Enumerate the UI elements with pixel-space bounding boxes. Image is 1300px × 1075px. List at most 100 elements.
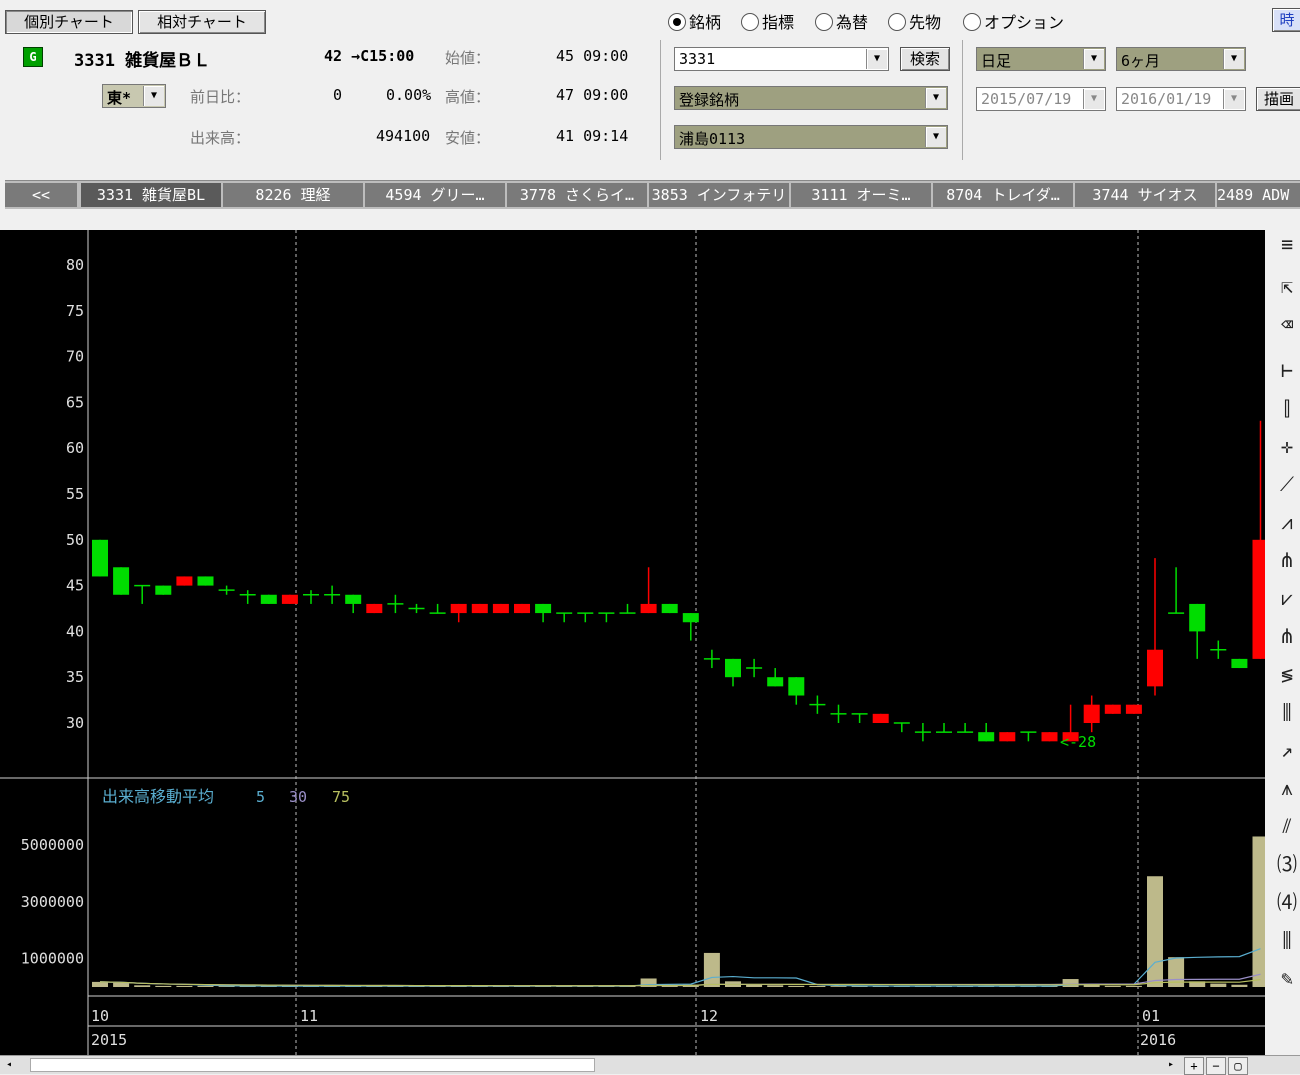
volume-bar — [134, 985, 151, 987]
candle-body — [872, 713, 889, 723]
candle-body — [345, 594, 362, 604]
month-label-oct: 10 — [91, 1007, 109, 1025]
candle-body — [492, 603, 509, 614]
tab-2489[interactable]: 2489 ADW — [1217, 183, 1300, 207]
tab-3331[interactable]: 3331 雑貨屋BL — [81, 183, 223, 207]
cross-line-icon[interactable]: ✛ — [1274, 432, 1300, 460]
radio-stock[interactable]: 銘柄 — [668, 9, 721, 32]
search-button[interactable]: 検索 — [900, 47, 950, 71]
cycle-bars-icon[interactable]: ⫼ — [1274, 926, 1300, 954]
tab-8704[interactable]: 8704 トレイダ… — [933, 183, 1075, 207]
tab-4594[interactable]: 4594 グリー… — [365, 183, 507, 207]
current-price: 42 →C15:00 — [324, 47, 415, 65]
candle-body — [535, 603, 552, 614]
candle-body — [682, 613, 699, 623]
zoom-fit-icon[interactable]: ▢ — [1228, 1057, 1248, 1075]
volume-ma-5-line — [99, 948, 1261, 987]
volume-bar — [113, 982, 130, 987]
volume-bar — [1231, 984, 1248, 987]
code-input[interactable]: 3331 ▼ — [674, 47, 889, 71]
date-from-input[interactable]: 2015/07/19 ▼ — [976, 87, 1106, 111]
volume-bar — [830, 986, 847, 987]
corner-button[interactable]: 時 — [1272, 8, 1300, 32]
candle-body — [155, 585, 172, 595]
candle-body — [281, 594, 298, 604]
open-value: 45 09:00 — [556, 47, 629, 65]
date-to-input[interactable]: 2016/01/19 ▼ — [1116, 87, 1246, 111]
candle-body — [1147, 649, 1163, 687]
market-select[interactable]: 東* ▼ — [102, 84, 166, 108]
tab-3853[interactable]: 3853 インフォテリ — [649, 183, 791, 207]
divider — [962, 40, 963, 160]
radio-dot-icon — [815, 13, 833, 31]
radio-forex[interactable]: 為替 — [815, 9, 868, 32]
volume-tick-label: 3000000 — [21, 893, 84, 911]
gann-icon[interactable]: ⩚ — [1274, 774, 1300, 802]
volume-ma-75-line — [99, 979, 1261, 987]
chevron-down-icon: ▼ — [1083, 49, 1104, 69]
scroll-thumb[interactable] — [30, 1058, 595, 1072]
cursor-icon[interactable]: ⇱ — [1274, 272, 1300, 300]
tab-3778[interactable]: 3778 さくらイ… — [507, 183, 649, 207]
tree-icon[interactable]: ⋔ — [1274, 622, 1300, 650]
draw-button[interactable]: 描画 — [1256, 87, 1300, 111]
price-tick-label: 35 — [66, 668, 84, 686]
divider — [660, 40, 661, 160]
volume-tick-label: 1000000 — [21, 950, 84, 968]
volume-bar — [1210, 983, 1227, 987]
vertical-line-icon[interactable]: ⫿ — [1274, 394, 1300, 422]
settings-pen-icon[interactable]: ✎ — [1274, 964, 1300, 992]
trend-line-icon[interactable]: ⟋ — [1274, 470, 1300, 498]
horizontal-line-icon[interactable]: ⊢ — [1274, 356, 1300, 384]
toolbar-grip-icon: ≡ — [1280, 232, 1294, 256]
price-tick-label: 80 — [66, 256, 84, 274]
ray-icon[interactable]: ↗ — [1274, 736, 1300, 764]
horizontal-scrollbar[interactable]: ◂ ▸ + − ▢ — [0, 1055, 1300, 1075]
drawing-toolbar: ≡ ⇱ ⌫ ⊢ ⫿ ✛ ⟋ ⩘ ⋔ ⩗ ⋔ ≶ ⫼ ↗ ⩚ ⫽ ⑶ ⑷ ⫼ ✎ — [1266, 230, 1300, 1055]
candle-body — [471, 603, 488, 614]
fan-line-icon[interactable]: ⩘ — [1274, 508, 1300, 536]
fib-3-icon[interactable]: ⑶ — [1274, 850, 1300, 878]
change-label: 前日比： — [190, 88, 251, 106]
radio-futures[interactable]: 先物 — [888, 9, 941, 32]
zoom-in-icon[interactable]: + — [1184, 1057, 1204, 1075]
candle-body — [514, 603, 530, 614]
tab-3744[interactable]: 3744 サイオス — [1075, 183, 1217, 207]
candle-body — [661, 603, 678, 614]
price-tick-label: 45 — [66, 577, 84, 595]
candle-body — [788, 677, 805, 696]
volume-bar — [809, 985, 826, 987]
scroll-left-arrow-icon[interactable]: ◂ — [2, 1058, 16, 1072]
individual-chart-button[interactable]: 個別チャート — [5, 10, 133, 34]
speed-lines-icon[interactable]: ≶ — [1274, 660, 1300, 688]
radio-dot-icon — [963, 13, 981, 31]
scroll-right-arrow-icon[interactable]: ▸ — [1164, 1058, 1178, 1072]
tab-8226[interactable]: 8226 理経 — [223, 183, 365, 207]
fib-4-icon[interactable]: ⑷ — [1274, 888, 1300, 916]
relative-chart-button[interactable]: 相対チャート — [138, 10, 266, 34]
bars-icon[interactable]: ⫼ — [1274, 698, 1300, 726]
volume-bar — [767, 985, 784, 987]
change-percent: 0.00% — [386, 86, 432, 104]
zoom-out-icon[interactable]: − — [1206, 1057, 1226, 1075]
candle-body — [767, 677, 784, 687]
tab-3111[interactable]: 3111 オーミ… — [791, 183, 933, 207]
open-label: 始値： — [445, 49, 491, 67]
eraser-icon[interactable]: ⌫ — [1274, 310, 1300, 338]
pitchfork-icon[interactable]: ⋔ — [1274, 546, 1300, 574]
chart-area[interactable]: 80 75 70 65 60 55 50 45 40 35 30 5000000 3000000 100… — [0, 230, 1265, 1055]
volume-bar — [155, 985, 172, 987]
tabs-back-button[interactable]: << — [5, 183, 79, 207]
channel-icon[interactable]: ⫽ — [1274, 812, 1300, 840]
candle-body — [1189, 603, 1206, 632]
price-annotation: <-28 — [1060, 733, 1096, 751]
volume-legend-p2: 30 — [289, 788, 307, 806]
fibonacci-fan-icon[interactable]: ⩗ — [1274, 584, 1300, 612]
span-select[interactable]: 6ヶ月 ▼ — [1116, 47, 1246, 71]
radio-options[interactable]: オプション — [963, 9, 1064, 32]
radio-index[interactable]: 指標 — [741, 9, 794, 32]
group-select[interactable]: 浦島0113 ▼ — [674, 125, 948, 149]
registered-list-select[interactable]: 登録銘柄 ▼ — [674, 86, 948, 110]
price-volume-chart[interactable]: 8075706560555045403530 50000003000000100… — [0, 230, 1265, 1055]
bar-type-select[interactable]: 日足 ▼ — [976, 47, 1106, 71]
